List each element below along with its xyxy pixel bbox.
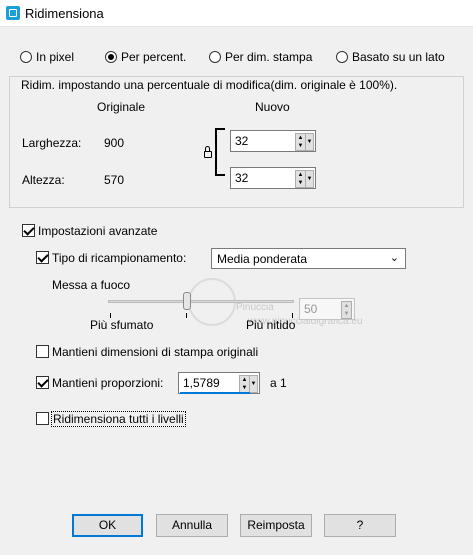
radio-per-dim-stampa[interactable]: Per dim. stampa: [209, 50, 312, 64]
sharpen-slider-track[interactable]: [108, 300, 294, 303]
radio-label-in-pixel: In pixel: [36, 50, 75, 64]
new-column-header: Nuovo: [255, 100, 290, 114]
sharpen-min-label: Più sfumato: [90, 318, 154, 332]
height-label: Altezza:: [22, 173, 65, 187]
sharpen-label: Messa a fuoco: [52, 278, 131, 292]
dropdown-arrow-icon[interactable]: ▼: [305, 170, 314, 188]
spin-arrows-icon[interactable]: ▲ ▼: [341, 301, 352, 319]
keep-print-size-checkbox[interactable]: [36, 345, 49, 358]
radio-dot: [336, 51, 348, 63]
radio-label-basato-su-un-lato: Basato su un lato: [352, 50, 445, 64]
sharpen-value-spinbox[interactable]: 50 ▲ ▼: [299, 298, 355, 320]
slider-tick: [186, 313, 187, 318]
sharpen-slider-thumb[interactable]: [183, 292, 191, 310]
width-new-spinbox[interactable]: 32 ▲ ▼ ▼: [230, 130, 316, 152]
radio-in-pixel[interactable]: In pixel: [20, 50, 74, 64]
resize-all-layers-checkbox[interactable]: [36, 412, 49, 425]
watermark-line1: Pinuccia: [236, 302, 274, 313]
advanced-settings-checkbox[interactable]: [22, 224, 35, 237]
radio-label-per-percent: Per percent.: [121, 50, 187, 64]
window-title: Ridimensiona: [25, 6, 104, 21]
advanced-settings-label: Impostazioni avanzate: [38, 224, 158, 238]
resize-all-layers-label: Ridimensiona tutti i livelli: [51, 411, 186, 427]
keep-ratio-checkbox[interactable]: [36, 376, 49, 389]
height-new-value: 32: [235, 171, 249, 185]
help-button[interactable]: ?: [324, 514, 396, 537]
lock-icon[interactable]: [204, 146, 212, 158]
link-bracket: [215, 128, 225, 176]
ratio-suffix: a 1: [270, 376, 287, 390]
dropdown-arrow-icon[interactable]: ▼: [249, 375, 258, 393]
cancel-button[interactable]: Annulla: [156, 514, 228, 537]
group-title: Ridim. impostando una percentuale di mod…: [21, 78, 398, 92]
radio-label-per-dim-stampa: Per dim. stampa: [225, 50, 313, 64]
original-column-header: Originale: [97, 100, 146, 114]
radio-per-percent[interactable]: Per percent.: [105, 50, 186, 64]
resample-type-label: Tipo di ricampionamento:: [52, 251, 187, 265]
radio-dot: [209, 51, 221, 63]
resample-type-value: Media ponderata: [217, 252, 308, 266]
dropdown-arrow-icon[interactable]: ▼: [305, 133, 314, 151]
radio-dot-selected: [105, 51, 117, 63]
ok-button[interactable]: OK: [72, 514, 143, 537]
keep-print-size-label: Mantieni dimensioni di stampa originali: [52, 345, 259, 359]
width-new-value: 32: [235, 134, 249, 148]
radio-basato-su-un-lato[interactable]: Basato su un lato: [336, 50, 445, 64]
sharpen-max-label: Più nitido: [246, 318, 296, 332]
resample-type-checkbox[interactable]: [36, 251, 49, 264]
width-label: Larghezza:: [22, 136, 82, 150]
chevron-down-icon: ⌄: [389, 252, 399, 264]
title-bar: Ridimensiona: [0, 0, 473, 27]
resample-type-select[interactable]: Media ponderata ⌄: [211, 248, 406, 269]
width-original-value: 900: [104, 136, 125, 150]
height-new-spinbox[interactable]: 32 ▲ ▼ ▼: [230, 167, 316, 189]
sharpen-value: 50: [304, 302, 318, 316]
ratio-spinbox[interactable]: 1,5789 ▲ ▼ ▼: [178, 372, 260, 394]
keep-ratio-label: Mantieni proporzioni:: [52, 376, 164, 390]
radio-dot: [20, 51, 32, 63]
resize-app-icon: [6, 6, 20, 20]
reset-button[interactable]: Reimposta: [240, 514, 312, 537]
ratio-value: 1,5789: [183, 376, 220, 390]
ratio-focus-underline: [180, 392, 250, 394]
height-original-value: 570: [104, 173, 125, 187]
